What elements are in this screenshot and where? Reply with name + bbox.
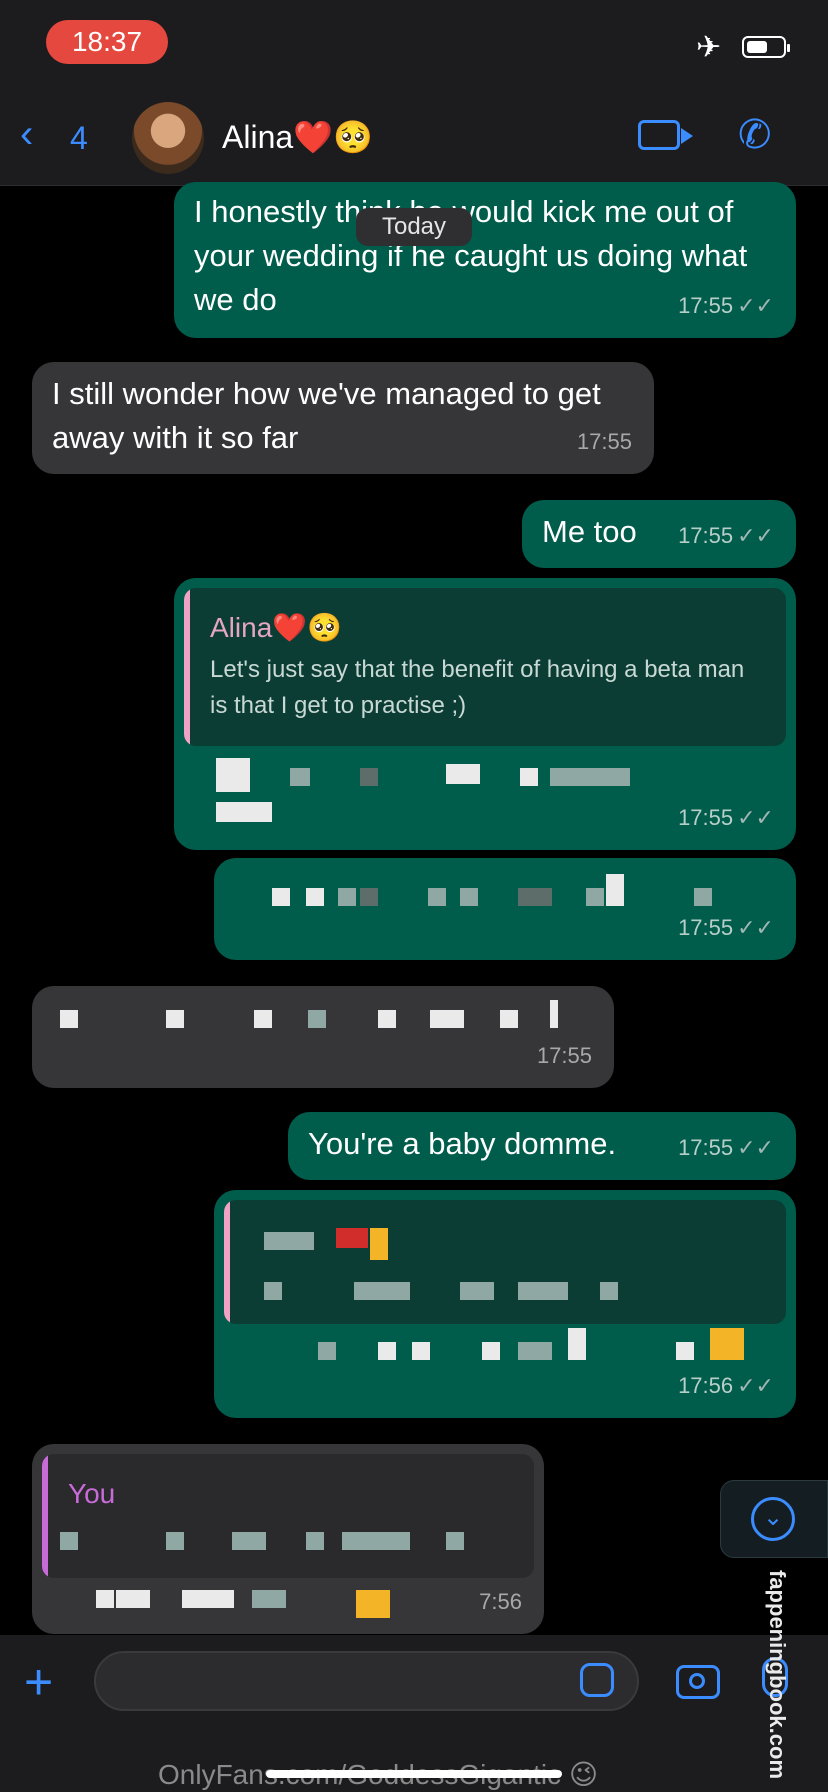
side-watermark-text: fappeningbook.com [765, 1570, 790, 1779]
sticker-icon[interactable] [580, 1663, 614, 1697]
airplane-icon: ✈ [696, 31, 722, 64]
plus-icon[interactable]: + [24, 1653, 53, 1711]
message-timestamp: 7:56 [479, 1589, 522, 1614]
quoted-author: Alina❤️🥺 [210, 612, 342, 643]
message-bubble-outgoing[interactable]: You're a baby domme. 17:55 ✓✓ [288, 1112, 796, 1180]
message-bubble-incoming[interactable]: I still wonder how we've managed to get … [32, 362, 654, 474]
message-bubble-outgoing[interactable]: Me too 17:55 ✓✓ [522, 500, 796, 568]
read-ticks-icon: ✓✓ [737, 1135, 774, 1160]
home-indicator [266, 1770, 562, 1778]
contact-avatar[interactable] [132, 102, 204, 174]
quoted-message[interactable]: Alina❤️🥺 Let's just say that the benefit… [184, 588, 786, 746]
quoted-author: You [68, 1478, 116, 1509]
status-time[interactable]: 18:37 [46, 20, 168, 64]
date-chip: Today [356, 208, 472, 246]
message-bubble-incoming-reply[interactable]: You 7:56 [32, 1444, 544, 1634]
message-bubble-outgoing[interactable]: 17:55 ✓✓ [214, 858, 796, 960]
quoted-text: Let's just say that the benefit of havin… [210, 656, 745, 719]
contact-name[interactable]: Alina❤️🥺 [222, 118, 373, 156]
quoted-message[interactable] [224, 1200, 786, 1324]
message-timestamp: 17:55 ✓✓ [678, 1135, 774, 1160]
message-timestamp: 17:55 ✓✓ [678, 915, 774, 940]
message-bubble-outgoing-reply[interactable]: 17:56 ✓✓ [214, 1190, 796, 1418]
message-timestamp: 17:55 [576, 429, 632, 454]
message-bubble-outgoing[interactable]: I honestly think he would kick me out of… [174, 182, 796, 338]
read-ticks-icon: ✓✓ [737, 915, 774, 940]
scroll-to-bottom-button[interactable]: ⌄ [720, 1480, 828, 1558]
message-input[interactable] [94, 1651, 639, 1711]
phone-call-icon[interactable]: ✆ [738, 112, 772, 158]
chevron-down-icon: ⌄ [751, 1497, 795, 1541]
message-bubble-outgoing-reply[interactable]: Alina❤️🥺 Let's just say that the benefit… [174, 578, 796, 850]
message-timestamp: 17:55 [536, 1043, 592, 1068]
message-text: I still wonder how we've managed to get … [52, 376, 601, 455]
message-timestamp: 17:55 ✓✓ [678, 293, 774, 318]
back-chevron-icon[interactable]: ‹ [20, 112, 33, 157]
status-bar: 18:37 ✈ [0, 0, 828, 90]
read-ticks-icon: ✓✓ [737, 1373, 774, 1398]
camera-icon[interactable] [676, 1665, 720, 1699]
message-timestamp: 17:56 ✓✓ [678, 1373, 774, 1398]
back-unread-count[interactable]: 4 [70, 120, 88, 157]
battery-icon [742, 36, 790, 58]
read-ticks-icon: ✓✓ [737, 805, 774, 830]
message-timestamp: 17:55 ✓✓ [678, 805, 774, 830]
video-call-icon[interactable] [638, 120, 693, 150]
quoted-message[interactable]: You [42, 1454, 534, 1578]
message-timestamp: 17:55 ✓✓ [678, 523, 774, 548]
message-bubble-incoming[interactable]: 17:55 [32, 986, 614, 1088]
chat-header: ‹ 4 Alina❤️🥺 ✆ [0, 90, 828, 186]
read-ticks-icon: ✓✓ [737, 293, 774, 318]
read-ticks-icon: ✓✓ [737, 523, 774, 548]
